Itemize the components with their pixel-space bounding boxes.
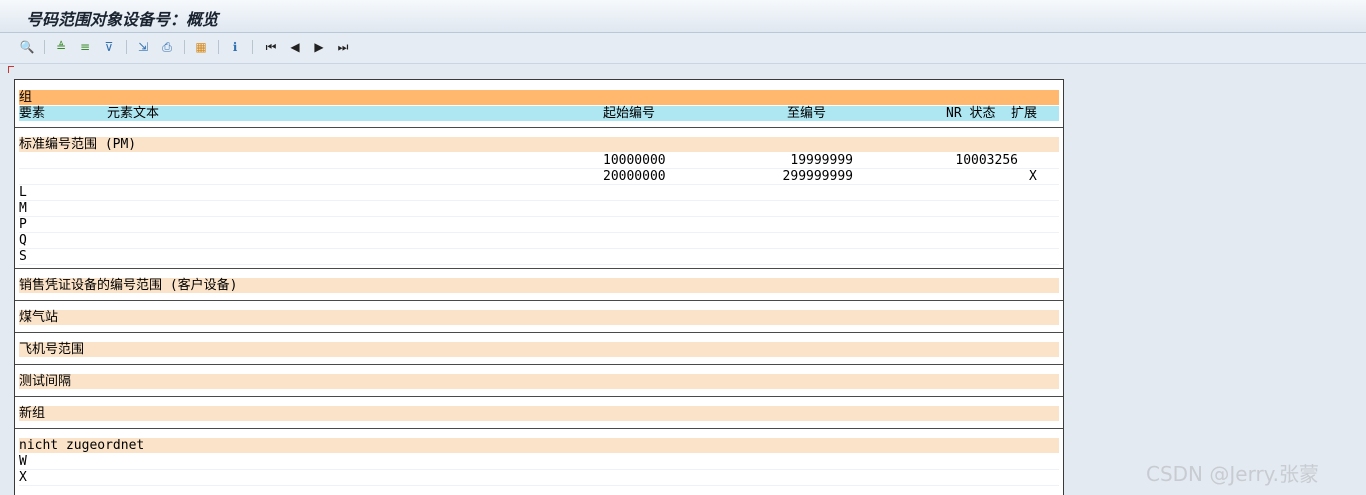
- group-name: 飞机号范围: [19, 342, 85, 357]
- to-number-column-header[interactable]: 至编号: [787, 106, 826, 121]
- display-button[interactable]: 🔍: [18, 38, 36, 56]
- table-row[interactable]: W: [19, 454, 1059, 469]
- cell-element: L: [19, 185, 27, 200]
- group-row[interactable]: 煤气站: [19, 310, 1059, 325]
- column-header-row: 要素 元素文本 起始编号 至编号 NR 状态 扩展: [19, 106, 1059, 121]
- cell-to: 299999999: [782, 169, 853, 184]
- prev-page-icon: ◀: [290, 40, 300, 54]
- sort-asc-icon: ≜: [55, 40, 67, 54]
- cell-from: 20000000: [603, 169, 666, 184]
- group-name: 煤气站: [19, 310, 59, 325]
- group-name: 测试间隔: [19, 374, 72, 389]
- layout-grid-icon: ▦: [195, 40, 207, 54]
- group-name: nicht zugeordnet: [19, 438, 145, 453]
- group-separator: [15, 332, 1063, 333]
- nr-status-column-header[interactable]: NR 状态: [946, 106, 995, 121]
- table-row[interactable]: M: [19, 201, 1059, 216]
- toolbar-separator: [218, 40, 219, 54]
- cell-to: 19999999: [790, 153, 853, 168]
- group-separator: [15, 300, 1063, 301]
- prev-page-button[interactable]: ◀: [286, 38, 304, 56]
- element-column-header[interactable]: 要素: [19, 106, 45, 121]
- first-page-button[interactable]: ⏮: [262, 38, 280, 56]
- cell-element: P: [19, 217, 27, 232]
- sort-asc-button[interactable]: ≜: [52, 38, 70, 56]
- external-column-header[interactable]: 扩展: [1011, 106, 1037, 121]
- from-number-column-header[interactable]: 起始编号: [603, 106, 655, 121]
- next-page-button[interactable]: ▶: [310, 38, 328, 56]
- group-name: 销售凭证设备的编号范围 (客户设备): [19, 278, 238, 293]
- toolbar-separator: [44, 40, 45, 54]
- next-page-icon: ▶: [314, 40, 324, 54]
- group-separator: [15, 127, 1063, 128]
- group-row[interactable]: 测试间隔: [19, 374, 1059, 389]
- display-icon: 🔍: [19, 40, 35, 54]
- application-toolbar: 🔍 ≜ ≡ ⊽ ⇲ ⎙ ▦ ℹ ⏮ ◀ ▶ ⏭: [0, 33, 1366, 64]
- group-separator: [15, 268, 1063, 269]
- cell-ext: X: [1029, 169, 1037, 184]
- table-row[interactable]: L: [19, 185, 1059, 200]
- element-text-column-header[interactable]: 元素文本: [107, 106, 159, 121]
- print-button[interactable]: ⎙: [158, 38, 176, 56]
- cell-element: W: [19, 454, 27, 469]
- toolbar-separator: [252, 40, 253, 54]
- table-row[interactable]: Q: [19, 233, 1059, 248]
- print-icon: ⎙: [162, 39, 172, 54]
- cell-element: Q: [19, 233, 27, 248]
- group-row[interactable]: 标准编号范围 (PM): [19, 137, 1059, 152]
- page-title: 号码范围对象设备号：概览: [26, 10, 219, 29]
- group-name: 标准编号范围 (PM): [19, 137, 137, 152]
- row-divider: [19, 485, 1059, 486]
- row-divider: [19, 264, 1059, 265]
- cell-element: M: [19, 201, 27, 216]
- group-separator: [15, 364, 1063, 365]
- table-row[interactable]: 10000000 19999999 10003256: [19, 153, 1059, 168]
- table-row[interactable]: S: [19, 249, 1059, 264]
- cell-element: X: [19, 470, 27, 485]
- toolbar-separator: [126, 40, 127, 54]
- export-icon: ⇲: [137, 40, 149, 54]
- selection-corner-marker: [8, 66, 14, 73]
- table-row[interactable]: X: [19, 470, 1059, 485]
- export-button[interactable]: ⇲: [134, 38, 152, 56]
- sort-desc-icon: ≡: [79, 40, 91, 54]
- group-row[interactable]: 销售凭证设备的编号范围 (客户设备): [19, 278, 1059, 293]
- toolbar-separator: [184, 40, 185, 54]
- sort-desc-button[interactable]: ≡: [76, 38, 94, 56]
- watermark: CSDN @Jerry.张蒙: [1146, 462, 1320, 486]
- filter-icon: ⊽: [104, 40, 114, 54]
- group-separator: [15, 396, 1063, 397]
- filter-button[interactable]: ⊽: [100, 38, 118, 56]
- group-name: 新组: [19, 406, 46, 421]
- table-row[interactable]: P: [19, 217, 1059, 232]
- group-row[interactable]: 新组: [19, 406, 1059, 421]
- info-button[interactable]: ℹ: [226, 38, 244, 56]
- cell-element: S: [19, 249, 27, 264]
- last-page-button[interactable]: ⏭: [334, 38, 352, 56]
- group-row[interactable]: 飞机号范围: [19, 342, 1059, 357]
- title-bar: 号码范围对象设备号：概览: [0, 0, 1366, 33]
- cell-from: 10000000: [603, 153, 666, 168]
- group-column-header[interactable]: 组: [19, 90, 32, 105]
- table-row[interactable]: 20000000 299999999 X: [19, 169, 1059, 184]
- cell-nr: 10003256: [955, 153, 1018, 168]
- number-range-list: 组 要素 元素文本 起始编号 至编号 NR 状态 扩展 标准编号范围 (PM) 1…: [14, 79, 1064, 495]
- group-separator: [15, 428, 1063, 429]
- layout-grid-button[interactable]: ▦: [192, 38, 210, 56]
- first-page-icon: ⏮: [265, 39, 277, 54]
- last-page-icon: ⏭: [337, 39, 349, 54]
- group-row[interactable]: nicht zugeordnet: [19, 438, 1059, 453]
- info-icon: ℹ: [232, 40, 238, 54]
- group-header-row: 组: [19, 90, 1059, 105]
